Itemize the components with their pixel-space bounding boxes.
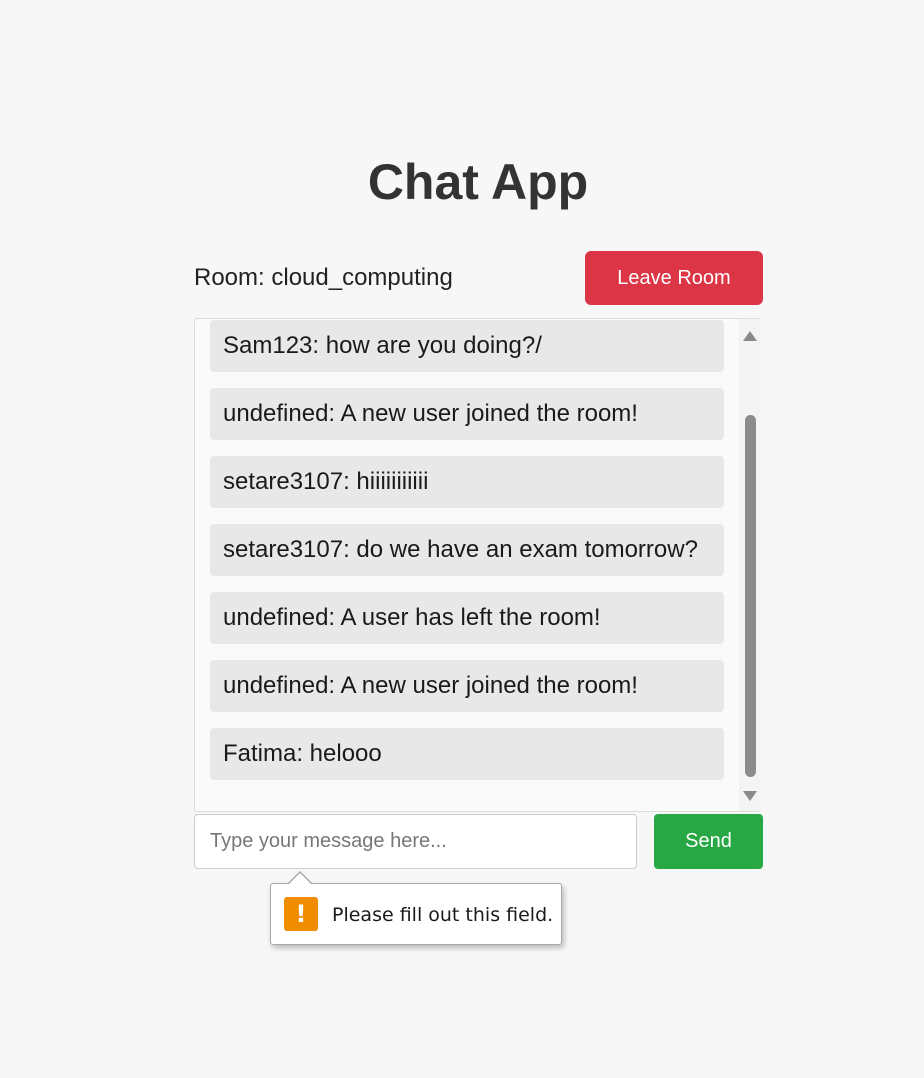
message-item: Sam123: how are you doing?/ — [210, 320, 724, 372]
page-title: Chat App — [367, 154, 589, 210]
send-button[interactable]: Send — [654, 814, 763, 869]
room-label: Room: cloud_computing — [194, 264, 453, 291]
message-item: undefined: A user has left the room! — [210, 592, 724, 644]
validation-message: Please fill out this field. — [332, 904, 554, 926]
message-input[interactable] — [194, 814, 637, 869]
warning-icon: ! — [284, 897, 318, 931]
message-item: setare3107: do we have an exam tomorrow? — [210, 524, 724, 576]
scroll-up-arrow-icon[interactable] — [743, 331, 757, 341]
message-item: Fatima: helooo — [210, 728, 724, 780]
validation-tooltip: ! Please fill out this field. — [270, 871, 562, 945]
message-list-container[interactable]: Sam123: how are you doing?/ undefined: A… — [194, 318, 761, 812]
message-item: setare3107: hiiiiiiiiiii — [210, 456, 724, 508]
tooltip-arrow-fill — [288, 873, 312, 885]
message-item: undefined: A new user joined the room! — [210, 660, 724, 712]
leave-room-button[interactable]: Leave Room — [585, 251, 763, 305]
message-item: undefined: A new user joined the room! — [210, 388, 724, 440]
scrollbar-thumb[interactable] — [745, 415, 756, 777]
scroll-down-arrow-icon[interactable] — [743, 791, 757, 801]
message-list-scrollbar[interactable] — [739, 319, 761, 811]
